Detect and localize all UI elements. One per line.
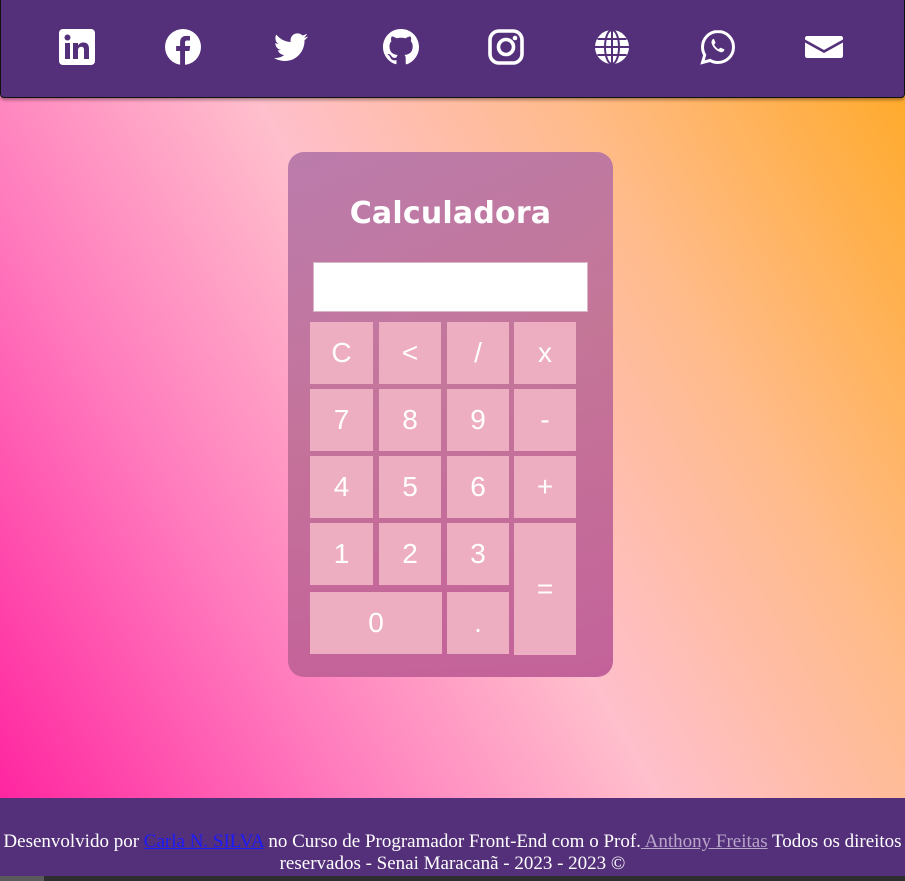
instagram-icon[interactable] — [487, 28, 525, 66]
decimal-button[interactable]: . — [447, 592, 509, 654]
teacher-link[interactable]: Anthony Freitas — [641, 831, 768, 852]
digit-2-button[interactable]: 2 — [379, 523, 441, 585]
digit-9-button[interactable]: 9 — [447, 389, 509, 451]
footer: Desenvolvido por Carla N. SILVA no Curso… — [0, 798, 905, 876]
subtract-button[interactable]: - — [514, 389, 576, 451]
calculator-title: Calculadora — [349, 196, 552, 231]
digit-3-button[interactable]: 3 — [447, 523, 509, 585]
calculator-panel: Calculadora C < / x 7 8 9 - 4 5 6 + 1 2 … — [288, 152, 613, 677]
scrollbar-thumb[interactable] — [0, 876, 44, 881]
digit-8-button[interactable]: 8 — [379, 389, 441, 451]
facebook-icon[interactable] — [164, 28, 202, 66]
twitter-icon[interactable] — [272, 28, 310, 66]
footer-middle: no Curso de Programador Front-End com o … — [263, 831, 641, 852]
digit-0-button[interactable]: 0 — [310, 592, 442, 654]
footer-prefix: Desenvolvido por — [3, 831, 144, 852]
equals-button[interactable]: = — [514, 523, 576, 655]
digit-7-button[interactable]: 7 — [310, 389, 373, 451]
digit-1-button[interactable]: 1 — [310, 523, 373, 585]
digit-5-button[interactable]: 5 — [379, 456, 441, 518]
divide-button[interactable]: / — [447, 322, 509, 384]
author-link[interactable]: Carla N. SILVA — [144, 831, 264, 852]
digit-4-button[interactable]: 4 — [310, 456, 373, 518]
whatsapp-icon[interactable] — [699, 28, 737, 66]
backspace-button[interactable]: < — [379, 322, 441, 384]
social-header — [0, 0, 905, 98]
add-button[interactable]: + — [514, 456, 576, 518]
horizontal-scrollbar[interactable] — [0, 876, 905, 881]
linkedin-icon[interactable] — [58, 28, 96, 66]
globe-icon[interactable] — [593, 28, 631, 66]
github-icon[interactable] — [382, 28, 420, 66]
clear-button[interactable]: C — [310, 322, 373, 384]
digit-6-button[interactable]: 6 — [447, 456, 509, 518]
calculator-display[interactable] — [313, 262, 588, 312]
multiply-button[interactable]: x — [514, 322, 576, 384]
envelope-icon[interactable] — [805, 28, 843, 66]
